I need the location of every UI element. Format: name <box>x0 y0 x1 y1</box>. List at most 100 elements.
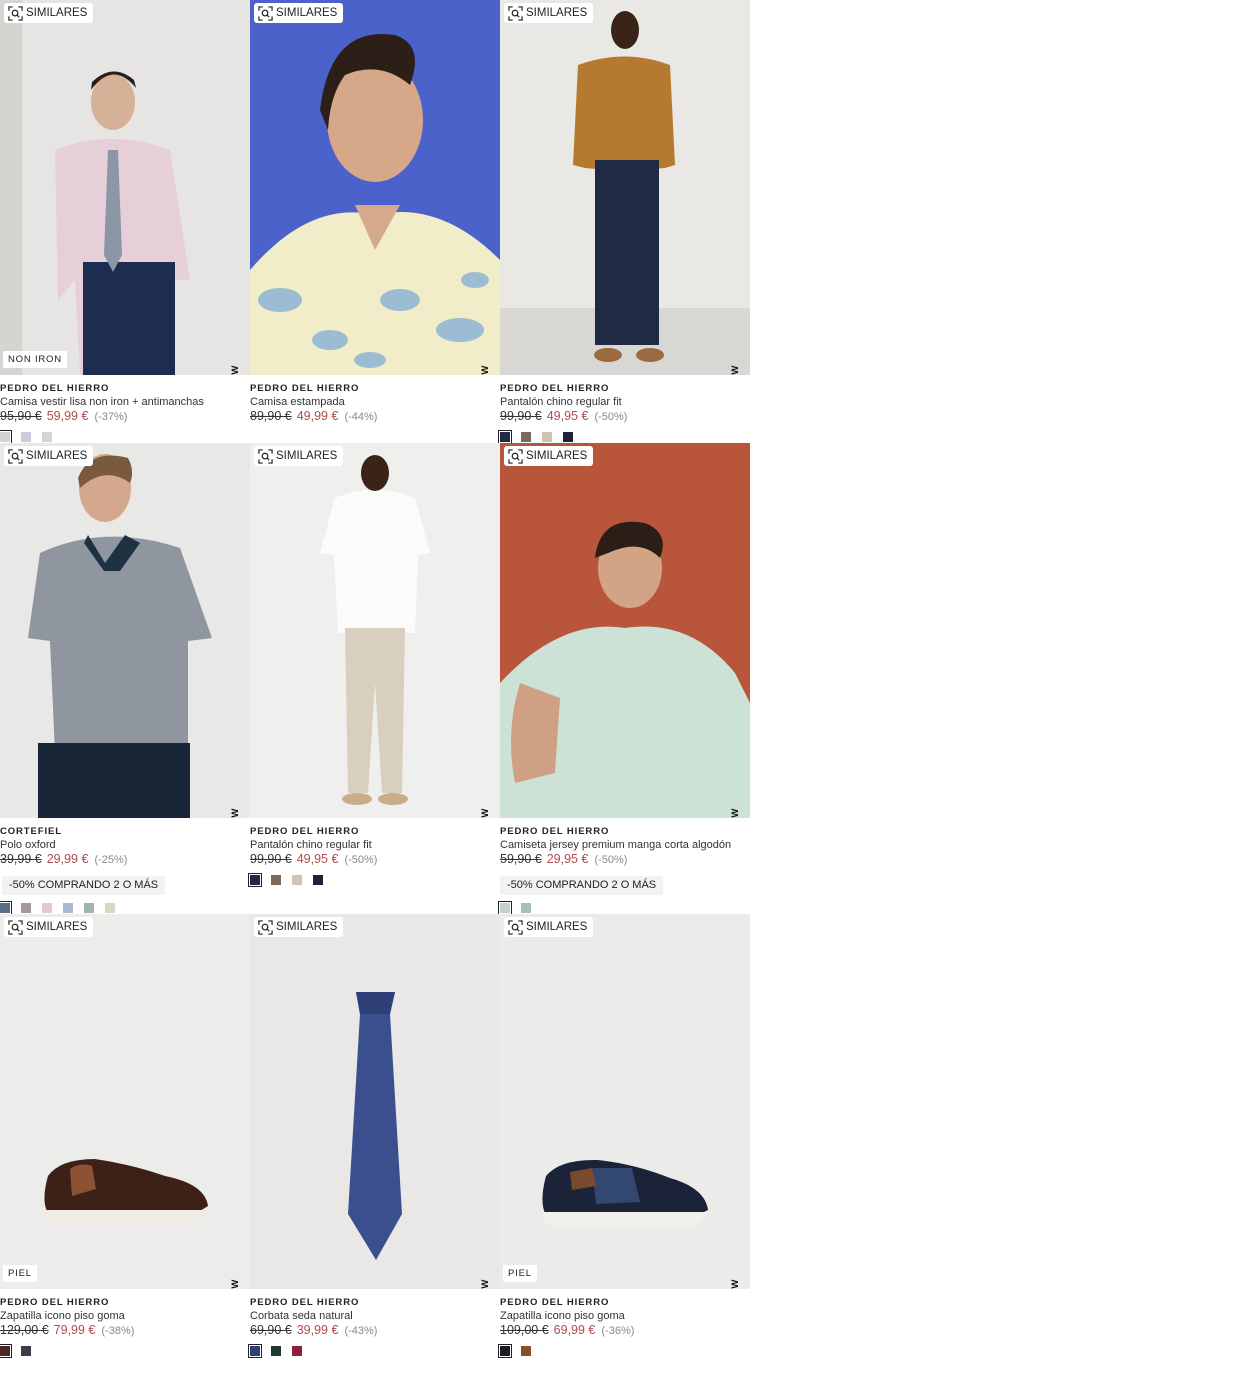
product-brand: PEDRO DEL HIERRO <box>250 1297 360 1308</box>
color-swatch[interactable] <box>42 903 52 913</box>
color-swatch[interactable] <box>105 903 115 913</box>
sale-price: 49,95 € <box>296 852 339 866</box>
product-brand: PEDRO DEL HIERRO <box>500 1297 610 1308</box>
similar-button[interactable]: SIMILARES <box>504 446 594 466</box>
original-price: 95,90 € <box>0 409 42 423</box>
product-photo <box>500 914 750 1289</box>
similar-button[interactable]: SIMILARES <box>504 3 594 23</box>
product-image[interactable]: SIMILARES NEW <box>500 443 750 818</box>
product-image[interactable]: SIMILARES NEW <box>250 443 500 818</box>
discount-percent: (-50%) <box>594 854 628 866</box>
visual-search-icon <box>8 919 23 935</box>
discount-percent: (-43%) <box>344 1325 378 1337</box>
original-price: 39,99 € <box>0 852 42 866</box>
product-name[interactable]: Zapatilla icono piso goma <box>0 1309 250 1323</box>
color-swatch[interactable] <box>271 1346 281 1356</box>
color-swatch[interactable] <box>542 432 552 442</box>
sale-price: 29,95 € <box>546 852 589 866</box>
color-swatch[interactable] <box>521 903 531 913</box>
color-swatches <box>0 430 52 444</box>
similar-button[interactable]: SIMILARES <box>254 3 344 23</box>
color-swatch[interactable] <box>498 901 512 915</box>
product-image[interactable]: SIMILARES NON IRON NEW <box>0 0 250 375</box>
color-swatch[interactable] <box>521 1346 531 1356</box>
color-swatch[interactable] <box>271 875 281 885</box>
product-name[interactable]: Camiseta jersey premium manga corta algo… <box>500 838 750 852</box>
sale-price: 79,99 € <box>53 1323 96 1337</box>
product-image[interactable]: SIMILARES NEW <box>250 0 500 375</box>
product-name[interactable]: Pantalón chino regular fit <box>250 838 500 852</box>
product-name[interactable]: Zapatilla icono piso goma <box>500 1309 750 1323</box>
product-brand: PEDRO DEL HIERRO <box>500 826 610 837</box>
product-image[interactable]: SIMILARES NEW <box>250 914 500 1289</box>
product-image[interactable]: SIMILARES PIEL NEW <box>500 914 750 1289</box>
color-swatch[interactable] <box>498 1344 512 1358</box>
color-swatch[interactable] <box>0 901 12 915</box>
product-name[interactable]: Polo oxford <box>0 838 250 852</box>
color-swatch[interactable] <box>521 432 531 442</box>
product-name[interactable]: Corbata seda natural <box>250 1309 500 1323</box>
color-swatch[interactable] <box>498 430 512 444</box>
product-name[interactable]: Camisa vestir lisa non iron + antimancha… <box>0 395 250 409</box>
color-swatch[interactable] <box>313 875 323 885</box>
product-photo <box>0 914 250 1289</box>
original-price: 109,00 € <box>500 1323 549 1337</box>
color-swatch[interactable] <box>21 1346 31 1356</box>
promo-badge[interactable]: -50% COMPRANDO 2 O MÁS <box>2 876 166 895</box>
color-swatches <box>0 901 115 915</box>
visual-search-icon <box>508 919 523 935</box>
sale-price: 49,95 € <box>546 409 589 423</box>
similar-button[interactable]: SIMILARES <box>254 917 344 937</box>
similar-label: SIMILARES <box>26 7 88 19</box>
discount-percent: (-37%) <box>94 411 128 423</box>
product-photo <box>0 443 250 818</box>
color-swatch[interactable] <box>248 1344 262 1358</box>
visual-search-icon <box>258 919 273 935</box>
similar-button[interactable]: SIMILARES <box>4 446 94 466</box>
product-image[interactable]: SIMILARES NEW <box>500 0 750 375</box>
color-swatch[interactable] <box>292 1346 302 1356</box>
similar-button[interactable]: SIMILARES <box>254 446 344 466</box>
color-swatch[interactable] <box>84 903 94 913</box>
color-swatch[interactable] <box>42 432 52 442</box>
product-image[interactable]: SIMILARES NEW <box>0 443 250 818</box>
product-name[interactable]: Pantalón chino regular fit <box>500 395 750 409</box>
color-swatch[interactable] <box>21 903 31 913</box>
original-price: 99,90 € <box>250 852 292 866</box>
similar-button[interactable]: SIMILARES <box>504 917 594 937</box>
color-swatches <box>498 901 531 915</box>
visual-search-icon <box>258 448 273 464</box>
product-photo <box>250 914 500 1289</box>
color-swatches <box>498 1344 531 1358</box>
color-swatch[interactable] <box>248 873 262 887</box>
color-swatch[interactable] <box>63 903 73 913</box>
color-swatch[interactable] <box>0 430 12 444</box>
color-swatch[interactable] <box>563 432 573 442</box>
original-price: 69,90 € <box>250 1323 292 1337</box>
color-swatch[interactable] <box>292 875 302 885</box>
product-image[interactable]: SIMILARES PIEL NEW <box>0 914 250 1289</box>
color-swatches <box>498 430 573 444</box>
visual-search-icon <box>8 448 23 464</box>
similar-label: SIMILARES <box>526 921 588 933</box>
original-price: 99,90 € <box>500 409 542 423</box>
similar-label: SIMILARES <box>26 450 88 462</box>
product-photo <box>500 0 750 375</box>
visual-search-icon <box>508 448 523 464</box>
similar-button[interactable]: SIMILARES <box>4 3 94 23</box>
promo-badge[interactable]: -50% COMPRANDO 2 O MÁS <box>500 876 664 895</box>
color-swatches <box>248 873 323 887</box>
product-brand: CORTEFIEL <box>0 826 62 837</box>
color-swatch[interactable] <box>0 1344 12 1358</box>
discount-percent: (-50%) <box>594 411 628 423</box>
discount-percent: (-38%) <box>101 1325 135 1337</box>
product-tag: PIEL <box>3 1265 37 1282</box>
product-name[interactable]: Camisa estampada <box>250 395 500 409</box>
similar-button[interactable]: SIMILARES <box>4 917 94 937</box>
similar-label: SIMILARES <box>276 7 338 19</box>
color-swatches <box>248 1344 302 1358</box>
similar-label: SIMILARES <box>526 450 588 462</box>
product-brand: PEDRO DEL HIERRO <box>0 383 110 394</box>
color-swatch[interactable] <box>21 432 31 442</box>
original-price: 59,90 € <box>500 852 542 866</box>
